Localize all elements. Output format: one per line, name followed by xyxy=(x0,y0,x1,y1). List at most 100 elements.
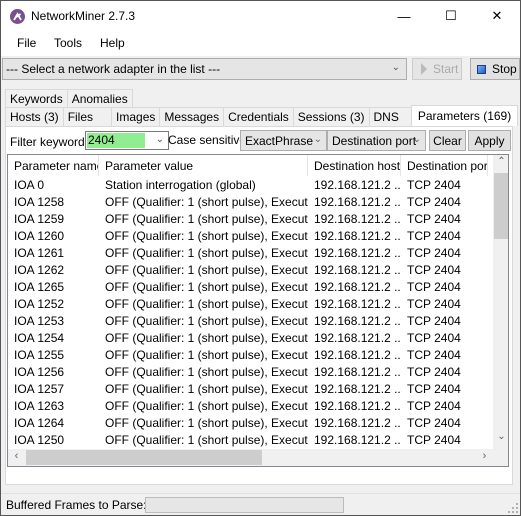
table-row[interactable]: IOA 1262 OFF (Qualifier: 1 (short pulse),… xyxy=(8,262,493,279)
table-row[interactable]: IOA 1263 OFF (Qualifier: 1 (short pulse),… xyxy=(8,398,493,415)
scroll-left-icon[interactable]: ‹ xyxy=(8,449,25,466)
close-button[interactable]: ✕ xyxy=(474,1,520,31)
cell-destination-port: TCP 2404 xyxy=(407,314,461,328)
status-bar: Buffered Frames to Parse: xyxy=(1,493,520,515)
maximize-button[interactable]: ☐ xyxy=(428,1,474,31)
start-button[interactable]: Start xyxy=(412,58,462,80)
menu-file[interactable]: File xyxy=(17,36,36,50)
cell-destination-port: TCP 2404 xyxy=(407,195,461,209)
cell-destination-host: 192.168.121.2 ... xyxy=(314,433,401,447)
horizontal-scrollbar[interactable]: ‹ › xyxy=(8,449,493,466)
table-row[interactable]: IOA 1256 OFF (Qualifier: 1 (short pulse),… xyxy=(8,364,493,381)
menu-bar: File Tools Help xyxy=(1,31,520,56)
cell-destination-port: TCP 2404 xyxy=(407,433,461,447)
cell-destination-port: TCP 2404 xyxy=(407,212,461,226)
table-row[interactable]: IOA 1259 OFF (Qualifier: 1 (short pulse),… xyxy=(8,211,493,228)
filter-keyword-input[interactable]: 2404 ⌄ xyxy=(85,131,169,150)
table-row[interactable]: IOA 1265 OFF (Qualifier: 1 (short pulse),… xyxy=(8,279,493,296)
buffered-frames-label: Buffered Frames to Parse: xyxy=(6,498,147,512)
cell-destination-port: TCP 2404 xyxy=(407,365,461,379)
column-header-destination-host[interactable]: Destination host xyxy=(308,155,401,176)
menu-help[interactable]: Help xyxy=(100,36,125,50)
stop-button[interactable]: Stop xyxy=(470,58,520,80)
cell-parameter-name: IOA 1260 xyxy=(14,229,65,243)
filter-keyword-value: 2404 xyxy=(87,133,145,148)
cell-parameter-name: IOA 1263 xyxy=(14,399,65,413)
cell-parameter-value: OFF (Qualifier: 1 (short pulse), Execute… xyxy=(105,365,308,379)
vertical-scroll-thumb[interactable] xyxy=(494,173,508,239)
cell-destination-host: 192.168.121.2 ... xyxy=(314,246,401,260)
cell-parameter-value: OFF (Qualifier: 1 (short pulse), Execute… xyxy=(105,263,308,277)
vertical-scrollbar[interactable]: ⌃ ⌄ xyxy=(493,155,508,449)
cell-destination-host: 192.168.121.2 ... xyxy=(314,297,401,311)
cell-parameter-name: IOA 1259 xyxy=(14,212,65,226)
match-mode-select[interactable]: ExactPhrase ⌄ xyxy=(240,130,327,151)
tab-dns[interactable]: DNS xyxy=(368,107,412,126)
cell-destination-host: 192.168.121.2 ... xyxy=(314,263,401,277)
table-row[interactable]: IOA 1260 OFF (Qualifier: 1 (short pulse),… xyxy=(8,228,493,245)
cell-destination-port: TCP 2404 xyxy=(407,399,461,413)
apply-button[interactable]: Apply xyxy=(468,130,511,151)
list-rows: IOA 0 Station interrogation (global) 192.1… xyxy=(8,177,493,466)
cell-parameter-name: IOA 1252 xyxy=(14,297,65,311)
scroll-down-icon[interactable]: ⌄ xyxy=(493,431,508,448)
resize-grip-icon[interactable] xyxy=(508,503,518,513)
column-header-destination-port[interactable]: Destination port xyxy=(401,155,488,176)
scroll-up-icon[interactable]: ⌃ xyxy=(493,156,508,173)
cell-parameter-name: IOA 1265 xyxy=(14,280,65,294)
horizontal-scroll-thumb[interactable] xyxy=(26,450,262,465)
cell-parameter-name: IOA 1255 xyxy=(14,348,65,362)
table-row[interactable]: IOA 1264 OFF (Qualifier: 1 (short pulse),… xyxy=(8,415,493,432)
cell-parameter-value: OFF (Qualifier: 1 (short pulse), Execute… xyxy=(105,399,308,413)
table-row[interactable]: IOA 1250 OFF (Qualifier: 1 (short pulse),… xyxy=(8,432,493,449)
cell-parameter-name: IOA 1256 xyxy=(14,365,65,379)
table-row[interactable]: IOA 1261 OFF (Qualifier: 1 (short pulse),… xyxy=(8,245,493,262)
case-sensitive-checkbox[interactable]: Case sensitive xyxy=(168,133,246,147)
table-row[interactable]: IOA 1254 OFF (Qualifier: 1 (short pulse),… xyxy=(8,330,493,347)
table-row[interactable]: IOA 0 Station interrogation (global) 192.1… xyxy=(8,177,493,194)
cell-destination-host: 192.168.121.2 ... xyxy=(314,348,401,362)
column-header-parameter-value[interactable]: Parameter value xyxy=(99,155,308,176)
stop-icon xyxy=(477,65,486,74)
table-row[interactable]: IOA 1257 OFF (Qualifier: 1 (short pulse),… xyxy=(8,381,493,398)
table-row[interactable]: IOA 1258 OFF (Qualifier: 1 (short pulse),… xyxy=(8,194,493,211)
cell-parameter-value: OFF (Qualifier: 1 (short pulse), Execute… xyxy=(105,348,308,362)
chevron-down-icon: ⌄ xyxy=(412,134,421,145)
tab-credentials[interactable]: Credentials xyxy=(223,107,294,126)
tab-keywords[interactable]: Keywords xyxy=(5,89,68,108)
tab-hosts[interactable]: Hosts (3) xyxy=(5,107,64,126)
cell-destination-port: TCP 2404 xyxy=(407,178,461,192)
cell-parameter-value: OFF (Qualifier: 1 (short pulse), Execute… xyxy=(105,331,308,345)
filter-field-select[interactable]: Destination port ⌄ xyxy=(327,130,426,151)
cell-destination-host: 192.168.121.2 ... xyxy=(314,331,401,345)
column-header-parameter-name[interactable]: Parameter name xyxy=(8,155,99,176)
clear-button[interactable]: Clear xyxy=(429,130,466,151)
tab-parameters[interactable]: Parameters (169) xyxy=(410,105,519,126)
title-bar: NetworkMiner 2.7.3 — ☐ ✕ xyxy=(1,1,520,31)
table-row[interactable]: IOA 1255 OFF (Qualifier: 1 (short pulse),… xyxy=(8,347,493,364)
tab-sessions[interactable]: Sessions (3) xyxy=(292,107,370,126)
menu-tools[interactable]: Tools xyxy=(54,36,82,50)
minimize-button[interactable]: — xyxy=(381,1,427,31)
tab-anomalies[interactable]: Anomalies xyxy=(66,89,133,108)
cell-parameter-value: OFF (Qualifier: 1 (short pulse), Execute… xyxy=(105,433,308,447)
table-row[interactable]: IOA 1253 OFF (Qualifier: 1 (short pulse),… xyxy=(8,313,493,330)
cell-parameter-value: OFF (Qualifier: 1 (short pulse), Execute… xyxy=(105,382,308,396)
cell-parameter-name: IOA 1262 xyxy=(14,263,65,277)
cell-destination-host: 192.168.121.2 ... xyxy=(314,399,401,413)
tab-files[interactable]: Files xyxy=(62,107,113,126)
app-window: NetworkMiner 2.7.3 — ☐ ✕ File Tools Help… xyxy=(0,0,521,516)
adapter-selected-value: --- Select a network adapter in the list… xyxy=(6,62,221,76)
scroll-right-icon[interactable]: › xyxy=(476,449,493,466)
chevron-down-icon: ⌄ xyxy=(155,134,164,145)
tab-messages[interactable]: Messages xyxy=(159,107,225,126)
tab-images[interactable]: Images xyxy=(111,107,161,126)
cell-destination-host: 192.168.121.2 ... xyxy=(314,229,401,243)
table-row[interactable]: IOA 1252 OFF (Qualifier: 1 (short pulse),… xyxy=(8,296,493,313)
cell-parameter-value: OFF (Qualifier: 1 (short pulse), Execute… xyxy=(105,195,308,209)
filter-field-value: Destination port xyxy=(332,134,417,148)
cell-parameter-value: OFF (Qualifier: 1 (short pulse), Execute… xyxy=(105,229,308,243)
cell-parameter-name: IOA 0 xyxy=(14,178,45,192)
network-adapter-select[interactable]: --- Select a network adapter in the list… xyxy=(2,58,407,80)
cell-destination-host: 192.168.121.2 ... xyxy=(314,212,401,226)
